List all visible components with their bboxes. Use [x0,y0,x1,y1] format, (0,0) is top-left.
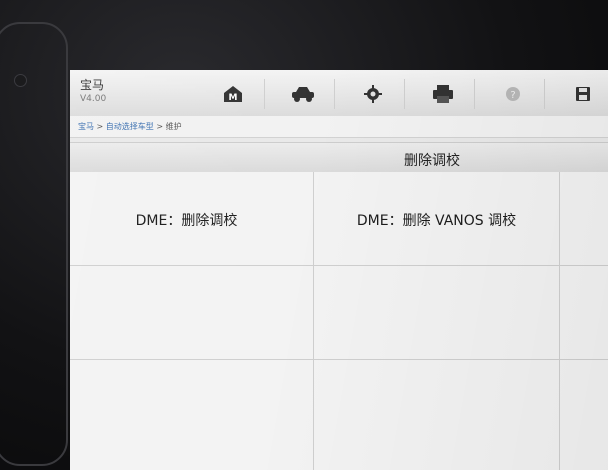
function-grid: DME：删除调校 DME：删除 VANOS 调校 [70,172,608,470]
function-cell-dme-reset-adaptation[interactable]: DME：删除调校 [70,172,314,266]
save-button[interactable] [552,79,608,109]
function-cell-empty [560,360,608,470]
svg-text:?: ? [510,90,515,101]
function-cell-empty [70,266,314,360]
section-header: 删除调校 [70,142,608,174]
function-cell-empty [560,266,608,360]
function-label: DME：删除调校 [135,213,238,229]
breadcrumb-current: 维护 [165,122,182,131]
top-bar: 宝马 V4.00 M ? [70,70,608,117]
function-cell-dme-reset-vanos[interactable]: DME：删除 VANOS 调校 [314,172,560,266]
vehicle-button[interactable] [272,79,335,109]
function-cell-empty [560,172,608,266]
car-icon [292,87,314,102]
breadcrumb-link-auto-select[interactable]: 自动选择车型 [106,122,154,131]
svg-text:M: M [229,93,238,103]
breadcrumb-separator: > [153,122,166,131]
save-icon [576,87,590,101]
function-label: DME：删除 VANOS 调校 [356,213,517,229]
print-button[interactable] [412,79,475,109]
function-cell-empty [70,360,314,470]
camera-dot [14,74,27,87]
app-version: V4.00 [80,94,107,104]
app-title: 宝马 [80,78,105,92]
section-title: 删除调校 [404,153,460,169]
home-button[interactable]: M [202,79,265,109]
help-button[interactable]: ? [482,79,545,109]
screen: 宝马 V4.00 M ? 宝马 > 自动选择车型 > 维护 删除调校 DME：删… [70,70,608,470]
breadcrumb: 宝马 > 自动选择车型 > 维护 [70,116,608,138]
home-m-icon: M [224,86,242,103]
printer-icon [433,85,453,103]
bezel-edge [0,22,68,466]
function-cell-empty [314,360,560,470]
function-cell-empty [314,266,560,360]
gear-icon [364,85,382,103]
breadcrumb-separator: > [94,122,106,131]
breadcrumb-link-brand[interactable]: 宝马 [78,122,94,131]
settings-button[interactable] [342,79,405,109]
help-icon: ? [506,87,520,101]
